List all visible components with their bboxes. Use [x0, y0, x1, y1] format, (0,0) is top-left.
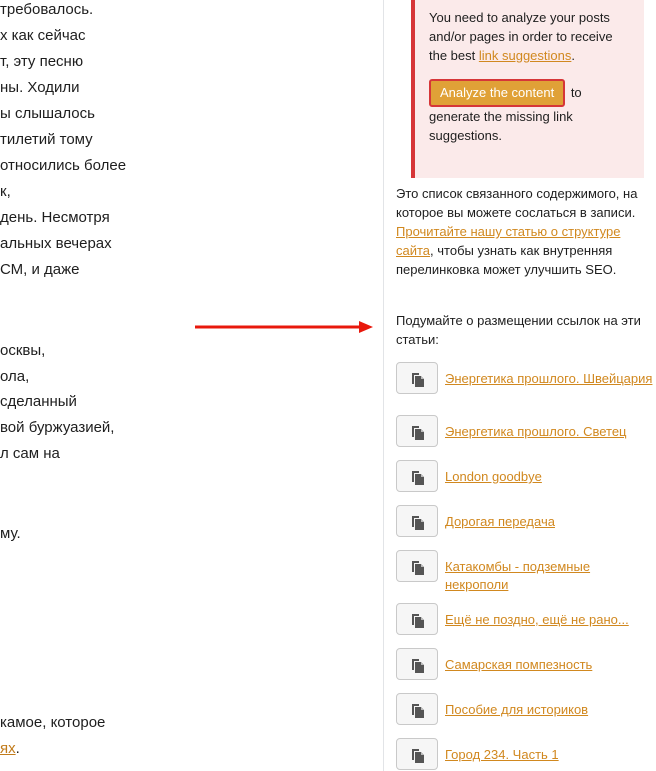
- copy-link-button[interactable]: [396, 603, 438, 635]
- editor-text-line: тилетий тому: [0, 131, 93, 148]
- suggestion-link[interactable]: Энергетика прошлого. Светец: [445, 423, 654, 441]
- notice-message: You need to analyze your posts and/or pa…: [429, 10, 613, 63]
- editor-text-line: осквы,: [0, 342, 46, 359]
- copy-icon: [412, 749, 424, 763]
- suggestion-link[interactable]: Самарская помпезность: [445, 656, 654, 674]
- editor-inline-link[interactable]: ях: [0, 740, 16, 757]
- copy-link-button[interactable]: [396, 460, 438, 492]
- arrow-right-icon: [195, 321, 373, 333]
- copy-link-button[interactable]: [396, 738, 438, 770]
- copy-icon: [412, 426, 424, 440]
- editor-text-line: ола,: [0, 368, 30, 385]
- suggestions-heading: Подумайте о размещении ссылок на эти ста…: [396, 313, 641, 347]
- editor-text-line: камое, которое: [0, 714, 106, 731]
- copy-icon: [412, 471, 424, 485]
- suggestion-link[interactable]: Катакомбы - подземные некрополи: [445, 558, 654, 594]
- copy-icon: [412, 614, 424, 628]
- copy-icon: [412, 704, 424, 718]
- editor-text-line: день. Несмотря: [0, 209, 110, 226]
- link-suggestions-link[interactable]: link suggestions: [479, 48, 572, 63]
- suggestion-link[interactable]: Энергетика прошлого. Швейцария: [445, 370, 654, 388]
- suggestion-link[interactable]: Город 234. Часть 1: [445, 746, 654, 764]
- list-item: Дорогая передача: [396, 505, 654, 539]
- list-item: Энергетика прошлого. Светец: [396, 415, 654, 449]
- notice-action: Analyze the content to generate the miss…: [429, 79, 630, 145]
- internal-linking-sidebar: You need to analyze your posts and/or pa…: [383, 0, 656, 771]
- copy-icon: [412, 373, 424, 387]
- suggestion-link[interactable]: London goodbye: [445, 468, 654, 486]
- analyze-content-button[interactable]: Analyze the content: [429, 79, 566, 107]
- editor-text-line: л сам на: [0, 445, 60, 462]
- editor-text-line: ы слышалось: [0, 105, 95, 122]
- suggestion-link[interactable]: Дорогая передача: [445, 513, 654, 531]
- copy-link-button[interactable]: [396, 648, 438, 680]
- copy-icon: [412, 659, 424, 673]
- list-item: Город 234. Часть 1: [396, 738, 654, 771]
- editor-text-line: сделанный: [0, 393, 77, 410]
- list-item: Самарская помпезность: [396, 648, 654, 682]
- related-content-description: Это список связанного содержимого, на ко…: [396, 186, 638, 277]
- editor-text-line: х как сейчас: [0, 27, 86, 44]
- list-item: Энергетика прошлого. Швейцария: [396, 362, 654, 396]
- analyze-notice: You need to analyze your posts and/or pa…: [411, 0, 644, 178]
- editor-text-line: вой буржуазией,: [0, 419, 115, 436]
- editor-text-line: СМ, и даже: [0, 261, 80, 278]
- editor-text-tail: .: [15, 740, 20, 757]
- suggestion-link[interactable]: Ещё не поздно, ещё не рано...: [445, 611, 654, 629]
- editor-text-line: относились более: [0, 157, 127, 174]
- copy-link-button[interactable]: [396, 362, 438, 394]
- list-item: Катакомбы - подземные некрополи: [396, 550, 654, 592]
- editor-text-line: требовалось.: [0, 1, 94, 18]
- editor-text-line: ны. Ходили: [0, 79, 80, 96]
- copy-link-button[interactable]: [396, 693, 438, 725]
- editor-text-line: к,: [0, 183, 11, 200]
- copy-icon: [412, 516, 424, 530]
- post-editor-content[interactable]: требовалось. х как сейчас т, эту песню н…: [0, 0, 383, 771]
- list-item: Ещё не поздно, ещё не рано...: [396, 603, 654, 637]
- copy-link-button[interactable]: [396, 550, 438, 582]
- editor-text-line: ях.: [0, 739, 20, 759]
- list-item: Пособие для историков: [396, 693, 654, 727]
- copy-link-button[interactable]: [396, 505, 438, 537]
- editor-text-line: т, эту песню: [0, 53, 84, 70]
- editor-text-line: му.: [0, 525, 21, 542]
- suggestion-link[interactable]: Пособие для историков: [445, 701, 654, 719]
- list-item: London goodbye: [396, 460, 654, 494]
- editor-text-line: альных вечерах: [0, 235, 112, 252]
- copy-icon: [412, 561, 424, 575]
- copy-link-button[interactable]: [396, 415, 438, 447]
